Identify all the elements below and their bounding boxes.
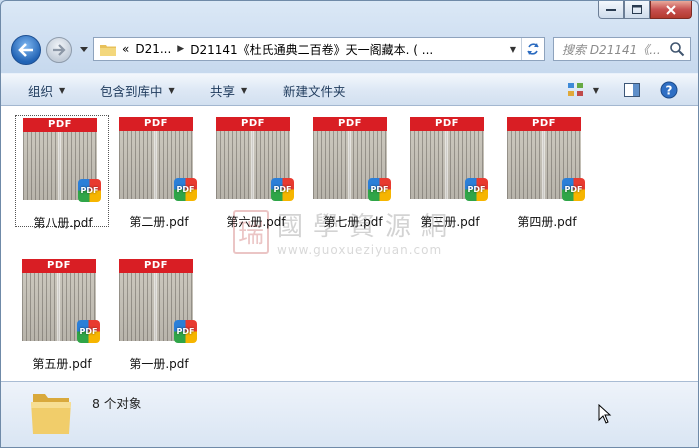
file-name: 第二册.pdf bbox=[129, 215, 189, 229]
pdf-app-icon: PDF bbox=[174, 178, 197, 201]
chevron-down-icon: ▼ bbox=[168, 85, 175, 95]
pdf-thumbnail: PDF PDF bbox=[507, 117, 585, 201]
watermark-url: www.guoxueziyuan.com bbox=[277, 243, 443, 257]
chevron-down-icon: ▼ bbox=[241, 85, 248, 95]
file-item[interactable]: PDF PDF 第二册.pdf bbox=[112, 115, 206, 229]
file-item[interactable]: PDF PDF 第五册.pdf bbox=[15, 257, 109, 371]
pdf-thumbnail: PDF PDF bbox=[23, 118, 101, 202]
maximize-icon bbox=[632, 5, 642, 14]
new-folder-button[interactable]: 新建文件夹 bbox=[283, 81, 346, 99]
preview-pane-button[interactable] bbox=[623, 81, 641, 99]
command-toolbar: 组织 ▼ 包含到库中 ▼ 共享 ▼ 新建文件夹 ▼ ? bbox=[1, 73, 698, 106]
details-pane: 8 个对象 bbox=[1, 381, 698, 447]
close-icon bbox=[666, 4, 676, 15]
organize-label: 组织 bbox=[28, 83, 54, 99]
pdf-app-icon: PDF bbox=[368, 178, 391, 201]
pdf-header-band: PDF bbox=[119, 259, 193, 273]
explorer-window: « D21... ▶ D21141《杜氏通典二百卷》天一阁藏本. ( ... ▼… bbox=[0, 0, 699, 448]
pdf-app-icon: PDF bbox=[78, 179, 101, 202]
back-button[interactable] bbox=[11, 35, 41, 65]
file-name: 第四册.pdf bbox=[517, 215, 577, 229]
breadcrumb-segment-2[interactable]: D21141《杜氏通典二百卷》天一阁藏本. ( ... bbox=[190, 41, 433, 58]
share-label: 共享 bbox=[210, 83, 236, 99]
file-item[interactable]: PDF PDF 第三册.pdf bbox=[403, 115, 497, 229]
chevron-down-icon: ▼ bbox=[59, 85, 66, 95]
file-name: 第八册.pdf bbox=[33, 216, 93, 230]
help-icon: ? bbox=[660, 81, 678, 99]
view-options-dropdown[interactable]: ▼ bbox=[591, 81, 601, 99]
pdf-thumbnail: PDF PDF bbox=[313, 117, 391, 201]
folder-icon bbox=[31, 394, 71, 434]
folder-icon bbox=[100, 44, 116, 56]
breadcrumb-segment-1[interactable]: D21... bbox=[135, 42, 171, 56]
pdf-thumbnail: PDF PDF bbox=[119, 259, 197, 343]
help-button[interactable]: ? bbox=[660, 81, 678, 99]
file-name: 第五册.pdf bbox=[32, 357, 92, 371]
pdf-app-icon: PDF bbox=[271, 178, 294, 201]
include-library-label: 包含到库中 bbox=[100, 83, 163, 99]
maximize-button[interactable] bbox=[624, 1, 650, 19]
file-name: 第三册.pdf bbox=[420, 215, 480, 229]
search-icon[interactable] bbox=[669, 41, 685, 57]
navigation-bar: « D21... ▶ D21141《杜氏通典二百卷》天一阁藏本. ( ... ▼… bbox=[1, 31, 698, 67]
include-in-library-menu[interactable]: 包含到库中 ▼ bbox=[100, 81, 175, 99]
breadcrumb-prefix[interactable]: « bbox=[122, 42, 129, 56]
pdf-header-band: PDF bbox=[410, 117, 484, 131]
back-icon bbox=[18, 43, 33, 57]
organize-menu[interactable]: 组织 ▼ bbox=[28, 81, 65, 99]
file-item[interactable]: PDF PDF 第六册.pdf bbox=[209, 115, 303, 229]
minimize-icon bbox=[606, 8, 616, 11]
refresh-icon bbox=[527, 43, 539, 55]
forward-button[interactable] bbox=[46, 37, 72, 63]
search-input[interactable]: 搜索 D21141《... bbox=[562, 41, 667, 58]
view-options-icon bbox=[568, 83, 583, 96]
pdf-app-icon: PDF bbox=[465, 178, 488, 201]
share-menu[interactable]: 共享 ▼ bbox=[210, 81, 247, 99]
file-item[interactable]: PDF PDF 第八册.pdf bbox=[15, 115, 109, 230]
file-name: 第一册.pdf bbox=[129, 357, 189, 371]
pdf-app-icon: PDF bbox=[562, 178, 585, 201]
caption-buttons bbox=[598, 1, 692, 19]
pdf-thumbnail: PDF PDF bbox=[22, 259, 100, 343]
file-item[interactable]: PDF PDF 第一册.pdf bbox=[112, 257, 206, 371]
refresh-button[interactable] bbox=[521, 38, 544, 60]
file-item[interactable]: PDF PDF 第四册.pdf bbox=[500, 115, 594, 229]
pdf-thumbnail: PDF PDF bbox=[119, 117, 197, 201]
recent-pages-dropdown[interactable] bbox=[79, 43, 89, 55]
file-list-view[interactable]: 瑞 國學資源網 www.guoxueziyuan.com PDF PDF 第八册… bbox=[1, 106, 698, 381]
address-dropdown-icon[interactable]: ▼ bbox=[506, 38, 520, 60]
new-folder-label: 新建文件夹 bbox=[283, 83, 346, 99]
minimize-button[interactable] bbox=[598, 1, 624, 19]
pdf-app-icon: PDF bbox=[174, 320, 197, 343]
pdf-thumbnail: PDF PDF bbox=[410, 117, 488, 201]
file-name: 第六册.pdf bbox=[226, 215, 286, 229]
pdf-header-band: PDF bbox=[23, 118, 97, 132]
pdf-header-band: PDF bbox=[22, 259, 96, 273]
close-button[interactable] bbox=[650, 1, 692, 19]
pdf-thumbnail: PDF PDF bbox=[216, 117, 294, 201]
mouse-cursor-icon bbox=[598, 404, 612, 424]
chevron-down-icon: ▼ bbox=[592, 85, 600, 95]
change-view-button[interactable] bbox=[567, 81, 585, 99]
pdf-header-band: PDF bbox=[216, 117, 290, 131]
file-item[interactable]: PDF PDF 第七册.pdf bbox=[306, 115, 400, 229]
address-bar[interactable]: « D21... ▶ D21141《杜氏通典二百卷》天一阁藏本. ( ... ▼ bbox=[93, 37, 545, 61]
pdf-app-icon: PDF bbox=[77, 320, 100, 343]
search-box[interactable]: 搜索 D21141《... bbox=[553, 37, 691, 61]
pdf-header-band: PDF bbox=[313, 117, 387, 131]
history-dropdown-icon bbox=[80, 46, 88, 52]
pdf-header-band: PDF bbox=[119, 117, 193, 131]
pdf-header-band: PDF bbox=[507, 117, 581, 131]
file-name: 第七册.pdf bbox=[323, 215, 383, 229]
svg-text:?: ? bbox=[666, 84, 673, 98]
breadcrumb-arrow-icon[interactable]: ▶ bbox=[177, 44, 184, 54]
forward-icon bbox=[53, 44, 66, 56]
preview-pane-icon bbox=[624, 83, 640, 97]
item-count: 8 个对象 bbox=[92, 396, 142, 411]
